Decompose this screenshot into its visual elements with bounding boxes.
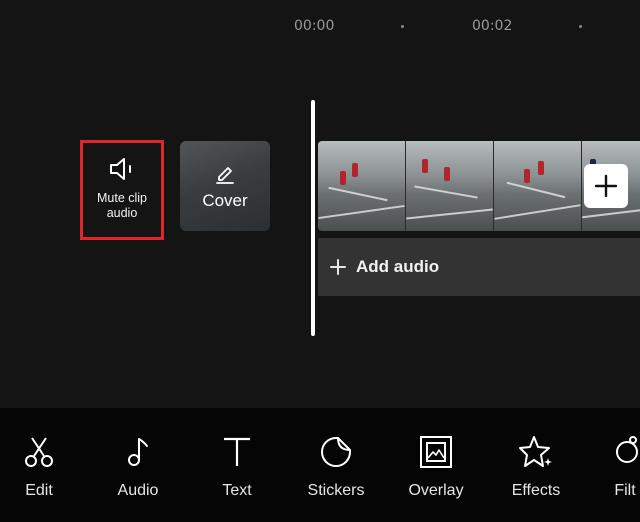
timeline-area: 00:00 00:02 Mute clip audio Cover Add au…: [0, 0, 640, 408]
cover-thumbnail: [180, 141, 270, 231]
plus-icon: [330, 259, 346, 275]
toolbar-overlay[interactable]: Overlay: [391, 434, 481, 514]
toolbar-filters[interactable]: Filt: [580, 434, 640, 514]
mute-clip-audio-button[interactable]: Mute clip audio: [80, 140, 164, 240]
toolbar-edit[interactable]: Edit: [0, 434, 84, 514]
speaker-icon: [110, 158, 131, 180]
toolbar-text-label: Text: [222, 482, 252, 499]
time-tick: [401, 25, 404, 28]
add-audio-label: Add audio: [356, 257, 440, 276]
add-audio-button[interactable]: Add audio: [318, 238, 640, 296]
cover-button[interactable]: Cover: [180, 141, 270, 231]
time-marker-2s: 00:02: [472, 18, 513, 34]
clip-frame: [318, 141, 406, 231]
plus-icon: [594, 174, 618, 198]
mute-clip-audio-label: Mute clip audio: [96, 191, 148, 220]
sticker-icon: [321, 437, 351, 467]
text-icon: [224, 437, 250, 466]
cover-label: Cover: [202, 191, 248, 210]
toolbar-audio[interactable]: Audio: [93, 434, 183, 514]
toolbar-stickers[interactable]: Stickers: [291, 434, 381, 514]
scissors-icon: [25, 437, 53, 467]
toolbar-edit-label: Edit: [25, 482, 53, 499]
toolbar-filters-label: Filt: [614, 482, 636, 499]
clip-frame: [494, 141, 582, 231]
toolbar-overlay-label: Overlay: [408, 482, 464, 499]
overlay-icon: [420, 436, 452, 468]
time-marker-start: 00:00: [294, 18, 335, 34]
toolbar-text[interactable]: Text: [192, 434, 282, 514]
music-note-icon: [128, 438, 148, 466]
effects-star-icon: [519, 436, 552, 467]
time-tick: [579, 25, 582, 28]
toolbar-audio-label: Audio: [117, 482, 159, 499]
toolbar-stickers-label: Stickers: [307, 482, 365, 499]
time-ruler[interactable]: 00:00 00:02: [0, 14, 640, 38]
pencil-icon: [216, 167, 234, 184]
clip-frame: [406, 141, 494, 231]
playhead[interactable]: [311, 100, 315, 336]
bottom-toolbar: Edit Audio Text Stickers Overlay Effects…: [0, 408, 640, 522]
toolbar-effects[interactable]: Effects: [491, 434, 581, 514]
toolbar-effects-label: Effects: [511, 482, 561, 499]
add-clip-button[interactable]: [584, 164, 628, 208]
filter-icon: [616, 436, 638, 463]
